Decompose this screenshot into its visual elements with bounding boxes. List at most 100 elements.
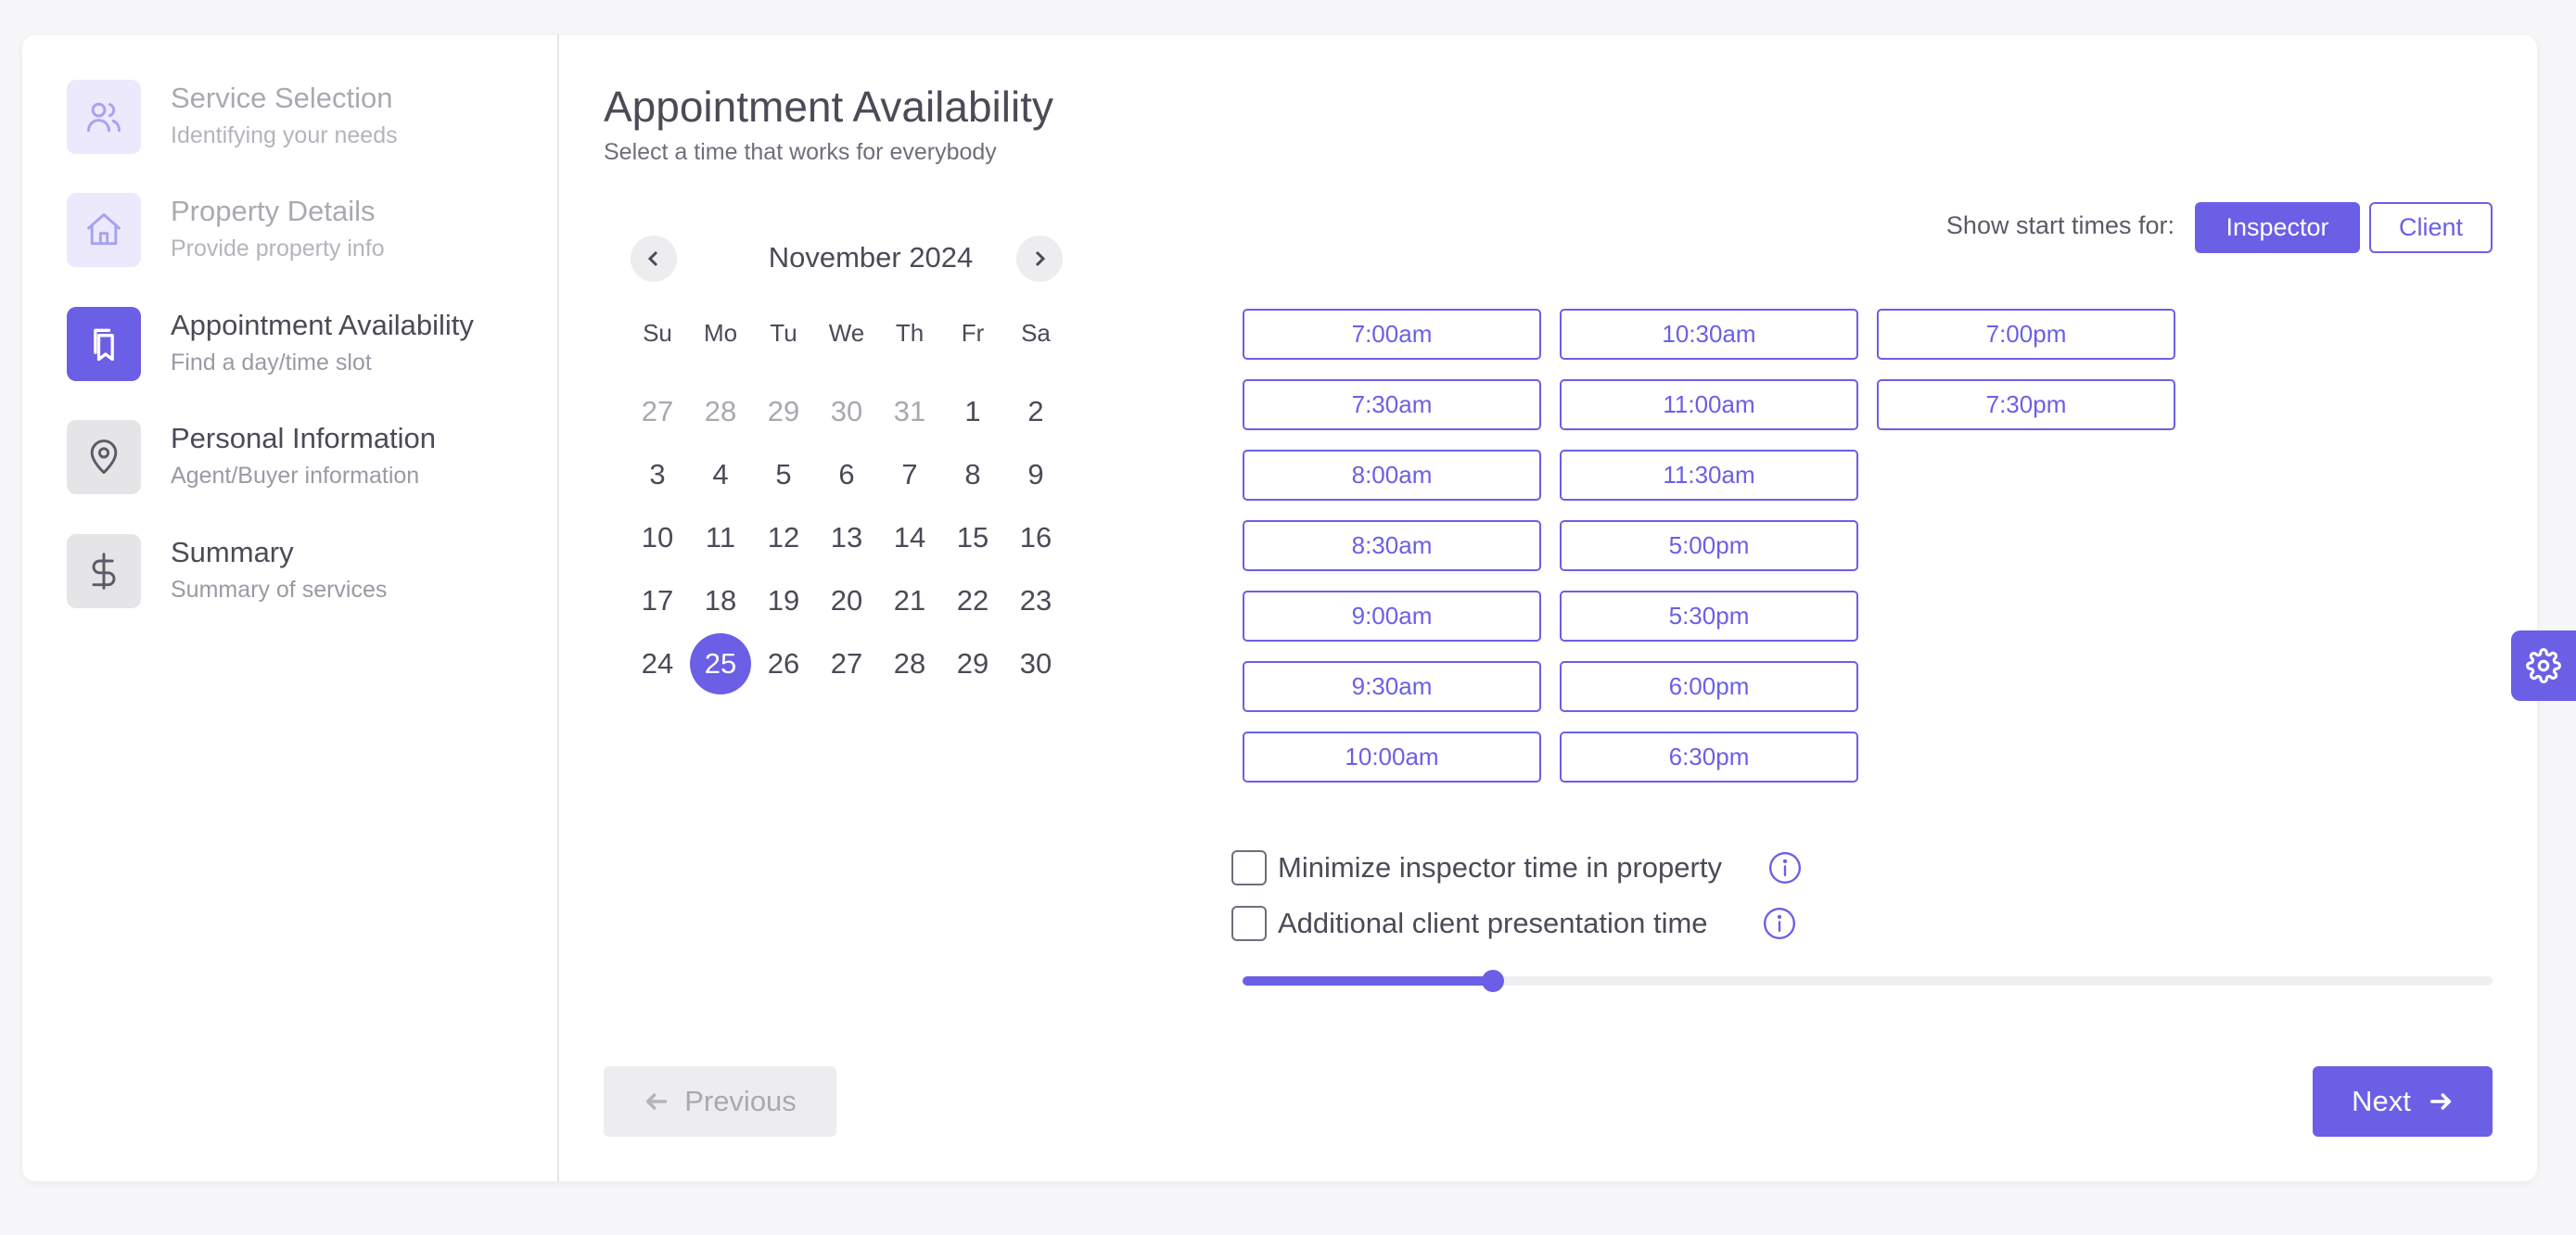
weekday-label: Tu [770,319,797,347]
step-summary[interactable]: Summary Summary of services [67,534,530,610]
time-slot-button[interactable]: 7:30pm [1877,379,2175,430]
step-title: Personal Information [171,422,437,454]
time-slot-button[interactable]: 6:00pm [1560,661,1858,712]
info-icon[interactable] [1767,850,1803,885]
additional-presentation-time-checkbox[interactable] [1231,906,1267,941]
step-service-selection[interactable]: Service Selection Identifying your needs [67,80,530,156]
time-slot-button[interactable]: 5:30pm [1560,591,1858,642]
calendar-day[interactable]: 10 [627,507,688,568]
time-slot-button[interactable]: 5:00pm [1560,520,1858,571]
next-month-button[interactable] [1016,236,1063,282]
settings-button[interactable] [2511,630,2576,701]
step-subtitle: Identifying your needs [171,122,398,148]
step-subtitle: Provide property info [171,236,385,261]
map-pin-icon [67,420,141,494]
step-title: Appointment Availability [171,309,474,341]
slider-thumb[interactable] [1481,970,1504,992]
step-personal-information[interactable]: Personal Information Agent/Buyer informa… [67,420,530,496]
start-times-label: Show start times for: [1945,211,2174,239]
minimize-inspector-time-label: Minimize inspector time in property [1278,851,1722,884]
calendar-day[interactable]: 14 [879,507,940,568]
calendar-day[interactable]: 9 [1005,444,1066,505]
slider-fill [1243,976,1493,986]
chevron-left-icon [647,250,658,267]
time-slot-button[interactable]: 11:30am [1560,450,1858,501]
step-property-details[interactable]: Property Details Provide property info [67,193,530,269]
calendar-day-outside[interactable]: 31 [879,381,940,442]
bookmarks-icon [67,307,141,381]
calendar-day[interactable]: 30 [1005,633,1066,694]
time-slot-button[interactable]: 11:00am [1560,379,1858,430]
arrow-left-icon [646,1093,668,1110]
time-slot-button[interactable]: 10:00am [1243,732,1541,783]
prev-month-button[interactable] [631,236,677,282]
arrow-right-icon [2429,1093,2451,1110]
gear-icon [2526,648,2561,683]
calendar-day[interactable]: 17 [627,570,688,631]
step-title: Property Details [171,195,376,227]
time-slot-button[interactable]: 8:00am [1243,450,1541,501]
time-slot-button[interactable]: 9:30am [1243,661,1541,712]
info-icon[interactable] [1762,906,1797,941]
step-title: Summary [171,536,294,568]
step-subtitle: Summary of services [171,577,388,603]
calendar-day[interactable]: 13 [816,507,877,568]
calendar-day[interactable]: 1 [942,381,1003,442]
weekday-label: Sa [1021,319,1051,347]
calendar-day-outside[interactable]: 27 [627,381,688,442]
step-appointment-availability[interactable]: Appointment Availability Find a day/time… [67,307,530,383]
weekday-label: Th [895,319,925,347]
inspector-toggle-button[interactable]: Inspector [2195,202,2360,253]
calendar-day[interactable]: 26 [753,633,814,694]
calendar-day[interactable]: 24 [627,633,688,694]
step-subtitle: Agent/Buyer information [171,463,420,489]
calendar-day[interactable]: 8 [942,444,1003,505]
calendar-day[interactable]: 6 [816,444,877,505]
calendar-day[interactable]: 20 [816,570,877,631]
calendar-day[interactable]: 12 [753,507,814,568]
calendar-day[interactable]: 29 [942,633,1003,694]
time-slot-button[interactable]: 7:00pm [1877,309,2175,360]
calendar-day[interactable]: 22 [942,570,1003,631]
weekday-label: We [828,319,865,347]
previous-button[interactable]: Previous [604,1066,836,1137]
calendar-day[interactable]: 5 [753,444,814,505]
calendar-day[interactable]: 3 [627,444,688,505]
client-toggle-button[interactable]: Client [2369,202,2493,253]
time-slot-button[interactable]: 6:30pm [1560,732,1858,783]
calendar-day[interactable]: 2 [1005,381,1066,442]
step-subtitle: Find a day/time slot [171,350,372,376]
calendar-day-outside[interactable]: 30 [816,381,877,442]
next-label: Next [2352,1085,2411,1117]
weekday-label: Mo [703,319,738,347]
next-button[interactable]: Next [2313,1066,2493,1137]
calendar-day-outside[interactable]: 28 [690,381,751,442]
home-icon [67,193,141,267]
presentation-time-slider[interactable] [1243,970,2493,992]
minimize-inspector-time-checkbox[interactable] [1231,850,1267,885]
time-slot-button[interactable]: 10:30am [1560,309,1858,360]
page-title: Appointment Availability [604,83,1053,131]
calendar-day[interactable]: 21 [879,570,940,631]
calendar-day[interactable]: 28 [879,633,940,694]
weekday-label: Fr [961,319,985,347]
wizard-card: Service Selection Identifying your needs… [22,35,2537,1181]
previous-label: Previous [684,1085,797,1117]
calendar-day[interactable]: 7 [879,444,940,505]
calendar-day[interactable]: 15 [942,507,1003,568]
calendar-day[interactable]: 11 [690,507,751,568]
time-slot-button[interactable]: 7:00am [1243,309,1541,360]
calendar-day[interactable]: 18 [690,570,751,631]
time-slot-button[interactable]: 7:30am [1243,379,1541,430]
calendar-day[interactable]: 23 [1005,570,1066,631]
step-title: Service Selection [171,82,393,114]
time-slot-button[interactable]: 8:30am [1243,520,1541,571]
time-slot-button[interactable]: 9:00am [1243,591,1541,642]
calendar-day[interactable]: 16 [1005,507,1066,568]
calendar-day[interactable]: 27 [816,633,877,694]
calendar-day-selected[interactable]: 25 [690,633,751,694]
calendar-day[interactable]: 19 [753,570,814,631]
dollar-icon [67,534,141,608]
calendar-day[interactable]: 4 [690,444,751,505]
calendar-day-outside[interactable]: 29 [753,381,814,442]
